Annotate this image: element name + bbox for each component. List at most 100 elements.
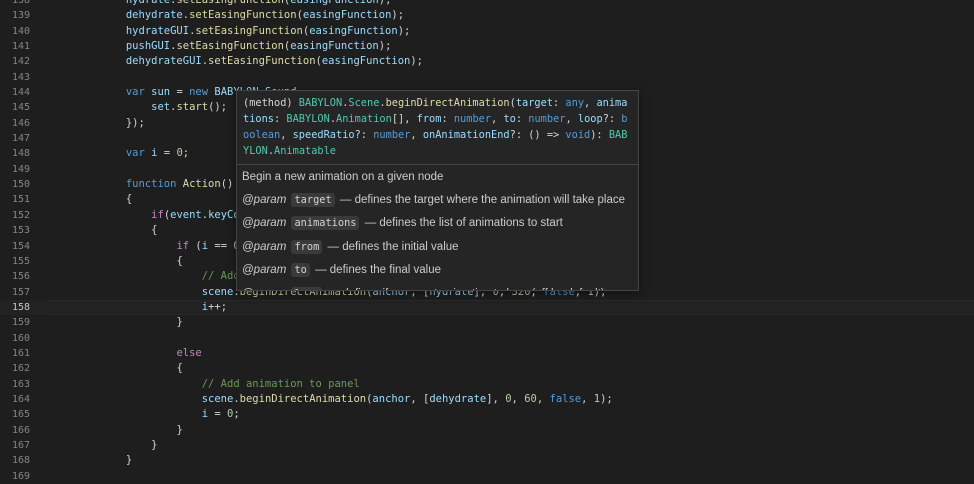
code-line[interactable]: 169 — [0, 469, 974, 484]
line-number: 147 — [11, 133, 30, 145]
line-number: 151 — [11, 194, 30, 206]
code-token: easingFunction — [290, 40, 379, 53]
code-line[interactable]: 140 hydrateGUI.setEasingFunction(easingF… — [0, 24, 974, 39]
param-tag: @param — [242, 194, 287, 206]
code-token: scene — [201, 285, 234, 298]
code-token: { — [151, 224, 158, 237]
code-line[interactable]: 139 dehydrate.setEasingFunction(easingFu… — [0, 8, 974, 23]
code-line[interactable]: 159 } — [0, 315, 974, 330]
code-line[interactable]: 160 — [0, 331, 974, 346]
param-item: @param to — defines the final value — [242, 262, 633, 278]
line-number: 150 — [11, 179, 30, 191]
code-text: } — [50, 438, 157, 453]
code-line[interactable]: 166 } — [0, 423, 974, 438]
line-number: 149 — [11, 163, 30, 175]
code-token: anchor — [372, 392, 411, 405]
code-text: i++; — [50, 300, 227, 315]
code-token: easingFunction — [321, 55, 411, 68]
line-number: 164 — [11, 393, 30, 405]
code-line[interactable]: 168 } — [0, 453, 974, 468]
line-number: 140 — [11, 25, 30, 37]
code-text: } — [50, 423, 182, 438]
code-line[interactable]: 162 { — [0, 361, 974, 376]
code-line[interactable]: 163 // Add animation to panel — [0, 377, 974, 392]
line-number: 166 — [11, 424, 30, 436]
line-number: 158 — [11, 301, 30, 313]
param-description: — defines the list of animations to star… — [364, 217, 563, 230]
signature-token: ?: — [602, 113, 622, 125]
code-token: = — [157, 147, 177, 160]
code-token: }); — [125, 116, 145, 129]
param-name: target — [291, 193, 335, 207]
code-text: function Action() { — [50, 177, 246, 192]
code-line[interactable]: 141 pushGUI.setEasingFunction(easingFunc… — [0, 39, 974, 54]
signature-token: , — [410, 129, 423, 141]
code-token: ], — [486, 392, 506, 405]
line-number: 138 — [11, 0, 30, 6]
param-item: @param loop — defines if you want animat… — [242, 286, 633, 290]
method-signature: (method) BABYLON.Scene.beginDirectAnimat… — [237, 91, 638, 165]
code-text: else — [50, 346, 201, 361]
code-line[interactable]: 138 hydrate.setEasingFunction(easingFunc… — [0, 0, 974, 8]
signature-token: (method) — [243, 97, 299, 109]
code-token: (); — [208, 101, 228, 114]
code-token: setEasingFunction — [195, 24, 303, 37]
signature-token: number — [528, 113, 566, 125]
signature-token: void — [565, 129, 591, 141]
line-number: 157 — [11, 286, 30, 298]
signature-token: Animation — [336, 113, 392, 125]
line-number: 163 — [11, 378, 30, 390]
code-text: } — [50, 315, 182, 330]
code-token: == — [208, 239, 234, 252]
param-description: — defines if you want animation to loop … — [328, 288, 605, 290]
param-item: @param from — defines the initial value — [242, 239, 633, 255]
line-number: 152 — [11, 209, 30, 221]
signature-token: ?: — [354, 129, 374, 141]
code-line[interactable]: 158 i++; — [0, 299, 974, 316]
code-token: event — [170, 208, 202, 221]
code-token: ); — [378, 40, 392, 53]
code-line[interactable]: 161 else — [0, 346, 974, 361]
line-number: 155 — [11, 255, 30, 267]
code-line[interactable]: 142 dehydrateGUI.setEasingFunction(easin… — [0, 54, 974, 69]
param-item: @param animations — defines the list of … — [242, 215, 633, 231]
code-text: set.start(); — [50, 100, 227, 115]
code-token: , — [581, 392, 594, 405]
code-token: hydrateGUI — [125, 24, 190, 37]
signature-token: onAnimationEnd — [422, 129, 510, 141]
param-name: to — [291, 263, 310, 278]
signature-token: : — [515, 113, 529, 125]
code-line[interactable]: 167 } — [0, 438, 974, 453]
code-token: scene — [201, 392, 234, 405]
code-text: dehydrate.setEasingFunction(easingFuncti… — [50, 8, 404, 23]
code-text: var i = 0; — [50, 146, 189, 161]
code-token: ); — [397, 24, 411, 37]
signature-token: loop — [577, 113, 603, 125]
code-text: pushGUI.setEasingFunction(easingFunction… — [50, 39, 392, 54]
signature-token: from — [416, 113, 442, 125]
line-number: 146 — [11, 117, 30, 129]
code-token: , — [511, 392, 525, 405]
code-text: if (i == 0) — [50, 239, 246, 254]
line-number: 139 — [11, 10, 30, 22]
code-line[interactable]: 165 i = 0; — [0, 407, 974, 422]
line-number: 168 — [11, 455, 30, 467]
code-token: = — [208, 408, 228, 421]
code-token: { — [176, 362, 183, 375]
signature-token: BABYLON — [286, 113, 330, 125]
signature-token: , — [584, 97, 597, 109]
line-number: 162 — [11, 363, 30, 375]
line-number: 160 — [11, 332, 30, 344]
code-text: { — [50, 254, 182, 269]
signature-token: beginDirectAnimation — [385, 97, 510, 109]
code-line[interactable]: 143 — [0, 70, 974, 85]
documentation: Begin a new animation on a given node @p… — [237, 165, 638, 290]
code-token: ); — [378, 0, 392, 6]
code-token: ++; — [208, 300, 228, 313]
code-line[interactable]: 164 scene.beginDirectAnimation(anchor, [… — [0, 392, 974, 407]
param-tag: @param — [242, 240, 287, 253]
code-token: , — [536, 392, 550, 405]
line-number: 153 — [11, 225, 30, 237]
param-list: @param target — defines the target where… — [242, 192, 633, 290]
param-tag: @param — [242, 288, 286, 290]
